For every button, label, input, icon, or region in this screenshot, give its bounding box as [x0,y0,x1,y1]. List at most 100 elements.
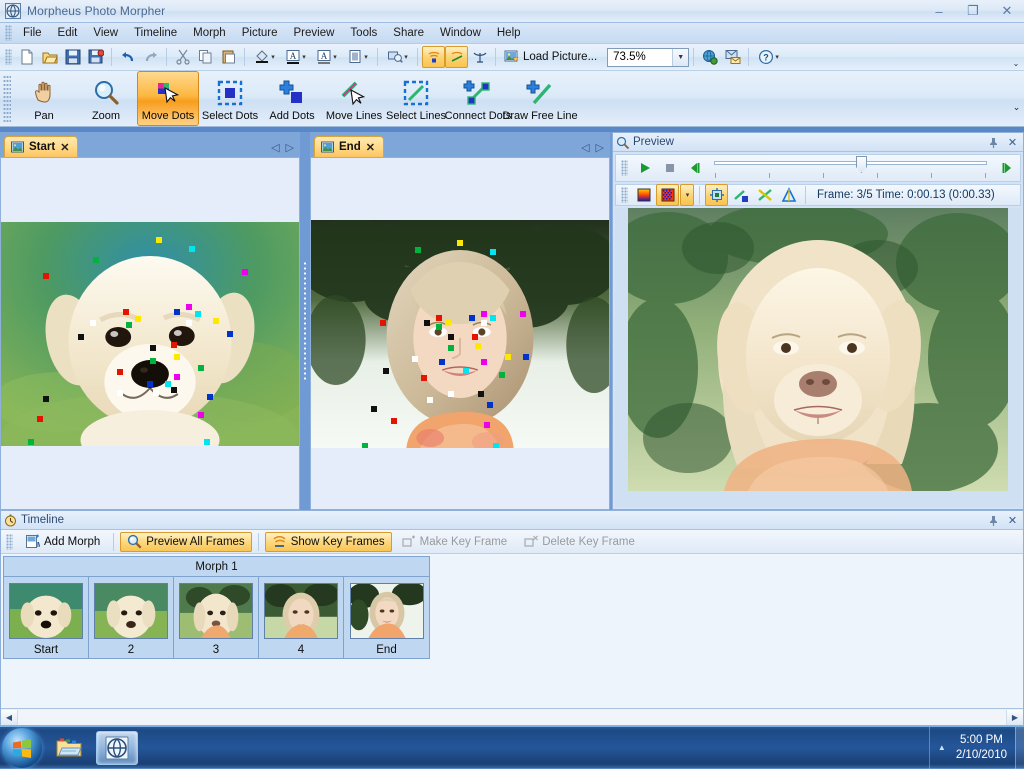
minimize-button[interactable]: – [926,2,952,20]
zoom-combo[interactable]: 73.5% ▼ [607,48,689,67]
morph-dot[interactable] [436,324,442,330]
morph-dot[interactable] [415,247,421,253]
menu-tools[interactable]: Tools [342,25,385,41]
tools-toolbar-grip[interactable] [3,75,11,122]
morph-dot[interactable] [487,402,493,408]
morph-dot[interactable] [227,331,233,337]
morph-dot[interactable] [126,322,132,328]
morph-dot[interactable] [505,354,511,360]
morph-dot[interactable] [424,320,430,326]
preview-all-frames-button[interactable]: Preview All Frames [120,532,251,552]
preview-step-back-button[interactable] [683,157,706,179]
undo-icon[interactable] [116,46,139,68]
preview-step-forward-button[interactable] [995,157,1018,179]
timeline-scroll-left[interactable]: ◀ [1,710,17,725]
morph-dot[interactable] [481,359,487,365]
morph-dot[interactable] [499,372,505,378]
morph-dot[interactable] [117,369,123,375]
cut-icon[interactable] [171,46,194,68]
timeline-frame[interactable]: 3 [174,577,259,658]
new-icon[interactable] [15,46,38,68]
morph-dot[interactable] [478,391,484,397]
background-icon[interactable]: ▾ [342,46,373,68]
morph-dot[interactable] [436,315,442,321]
close-button[interactable]: ✕ [994,2,1020,20]
morph-dot[interactable] [165,381,171,387]
morph-dot[interactable] [123,309,129,315]
tool-select-lines[interactable]: Select Lines [385,71,447,126]
morph-dot[interactable] [391,418,397,424]
menu-morph[interactable]: Morph [185,25,234,41]
show-lines-icon[interactable] [445,46,468,68]
fit-to-window-icon[interactable] [705,184,728,206]
start-canvas[interactable] [0,157,300,510]
dither-render-icon[interactable] [656,184,679,206]
render-options-dropdown[interactable]: ▾ [680,184,694,206]
tab-start-close[interactable]: ✕ [60,141,69,154]
preview-frame-slider[interactable] [714,156,987,180]
preview-tools-grip[interactable] [621,187,628,203]
timeline-scroll-trough[interactable] [17,710,1007,725]
timeline-frame[interactable]: 2 [89,577,174,658]
morph-dot[interactable] [421,375,427,381]
morph-dot[interactable] [195,311,201,317]
timeline-horizontal-scrollbar[interactable]: ◀ ▶ [1,708,1023,725]
menu-view[interactable]: View [85,25,126,41]
start-button[interactable] [2,728,42,768]
add-morph-button[interactable]: M Add Morph [18,532,107,552]
morph-dot[interactable] [156,237,162,243]
timeline-frame[interactable]: End [344,577,429,658]
vertical-splitter[interactable] [300,132,310,510]
tool-draw-free-line[interactable]: Draw Free Line [509,71,571,126]
morph-dot[interactable] [484,422,490,428]
morph-dot[interactable] [43,273,49,279]
save-icon[interactable] [61,46,84,68]
morph-dot[interactable] [380,320,386,326]
explorer-taskbar-button[interactable] [48,731,90,765]
show-lines-preview-icon[interactable] [753,184,776,206]
morph-dot[interactable] [37,416,43,422]
morph-dot[interactable] [78,334,84,340]
morph-dot[interactable] [445,320,451,326]
morph-dot[interactable] [171,387,177,393]
help-icon[interactable]: ?▾ [753,46,784,68]
morph-dot[interactable] [490,249,496,255]
show-key-frames-button[interactable]: Show Key Frames [265,532,392,552]
morph-dot[interactable] [43,396,49,402]
morph-dot[interactable] [371,406,377,412]
preview-stop-button[interactable] [658,157,681,179]
timeline-frame[interactable]: 4 [259,577,344,658]
start-tab-next[interactable]: ▷ [286,141,294,154]
publish-web-icon[interactable] [698,46,721,68]
menu-preview[interactable]: Preview [286,25,343,41]
timeline-frame[interactable]: Start [4,577,89,658]
timeline-pin-button[interactable] [986,513,1001,528]
morph-dot[interactable] [463,368,469,374]
effects-icon[interactable]: ▾ [382,46,413,68]
morph-dot[interactable] [213,318,219,324]
morph-dot[interactable] [481,311,487,317]
show-triangles-icon[interactable] [777,184,800,206]
tool-select-dots[interactable]: Select Dots [199,71,261,126]
morph-dot[interactable] [117,390,123,396]
morph-dot[interactable] [198,412,204,418]
redo-icon[interactable] [139,46,162,68]
tools-toolbar-overflow[interactable]: ⌄ [1010,87,1023,113]
morph-dot[interactable] [469,315,475,321]
tab-start[interactable]: Start ✕ [4,136,78,157]
tool-move-lines[interactable]: Move Lines [323,71,385,126]
preview-transport-grip[interactable] [621,160,628,176]
morph-dot[interactable] [93,257,99,263]
morph-dot[interactable] [135,316,141,322]
end-tab-prev[interactable]: ◁ [581,141,589,154]
tool-zoom[interactable]: Zoom [75,71,137,126]
load-picture-button[interactable]: Load Picture... [500,46,603,68]
preview-canvas[interactable] [615,208,1021,507]
tab-end-close[interactable]: ✕ [366,141,375,154]
tool-connect-dots[interactable]: Connect Dots [447,71,509,126]
morph-dot[interactable] [523,354,529,360]
make-key-frame-button[interactable]: Make Key Frame [394,532,515,552]
morph-dot[interactable] [475,343,481,349]
menubar-grip[interactable] [5,25,12,41]
preview-pin-button[interactable] [986,135,1001,150]
